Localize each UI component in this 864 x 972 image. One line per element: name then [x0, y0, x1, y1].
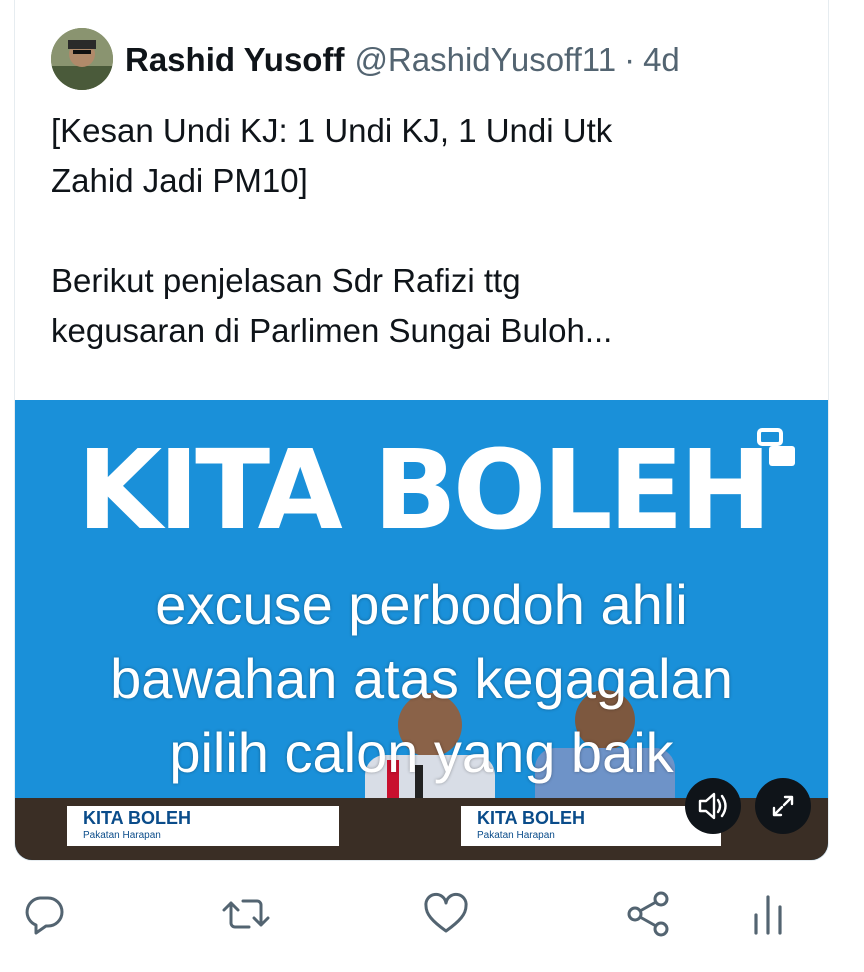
retweet-icon — [222, 899, 270, 929]
tweet-text-line: Berikut penjelasan Sdr Rafizi ttg — [51, 262, 521, 299]
retweet-button[interactable] — [218, 886, 274, 942]
expand-icon — [772, 795, 794, 817]
banner-title: KITA BOLEH — [83, 808, 191, 828]
analytics-button[interactable] — [740, 886, 796, 942]
avatar[interactable] — [51, 28, 113, 90]
reply-icon — [25, 896, 64, 935]
desk-banner: KITA BOLEH Pakatan Harapan — [67, 806, 339, 846]
tweet-text-line: Zahid Jadi PM10] — [51, 162, 308, 199]
brand-mark-icon — [757, 428, 795, 466]
tweet-text-line: [Kesan Undi KJ: 1 Undi KJ, 1 Undi Utk — [51, 112, 613, 149]
tweet-actions — [0, 886, 864, 956]
video-caption: excuse perbodoh ahli bawahan atas kegaga… — [15, 568, 828, 790]
tweet-text-line: kegusaran di Parlimen Sungai Buloh... — [51, 312, 613, 349]
banner-title: KITA BOLEH — [477, 808, 585, 828]
like-button[interactable] — [418, 886, 474, 942]
reply-button[interactable] — [16, 886, 72, 942]
sound-icon — [698, 792, 727, 820]
banner-subtitle: Pakatan Harapan — [477, 830, 555, 841]
separator-dot: · — [624, 41, 636, 78]
share-button[interactable] — [620, 886, 676, 942]
video-background-text: KITA BOLEH — [77, 426, 772, 554]
caption-line: bawahan atas kegagalan — [110, 647, 733, 710]
caption-line: excuse perbodoh ahli — [155, 573, 688, 636]
tweet-timestamp[interactable]: 4d — [643, 41, 680, 78]
video-player[interactable]: KITA BOLEH excuse perbodoh ahli bawahan … — [15, 400, 828, 860]
banner-subtitle: Pakatan Harapan — [83, 830, 161, 841]
expand-video-button[interactable] — [755, 778, 811, 834]
share-icon — [627, 891, 669, 937]
author-handle[interactable]: @RashidYusoff11 — [354, 41, 616, 78]
author-name[interactable]: Rashid Yusoff — [125, 41, 344, 78]
like-icon — [424, 892, 468, 933]
analytics-icon — [754, 895, 782, 935]
desk-banner: KITA BOLEH Pakatan Harapan — [461, 806, 721, 846]
tweet-card[interactable]: Rashid Yusoff @RashidYusoff11 · 4d [Kesan U… — [14, 0, 829, 861]
sound-toggle-button[interactable] — [685, 778, 741, 834]
tweet-text: [Kesan Undi KJ: 1 Undi KJ, 1 Undi Utk Za… — [51, 106, 791, 356]
tweet-header: Rashid Yusoff @RashidYusoff11 · 4d — [125, 38, 680, 82]
